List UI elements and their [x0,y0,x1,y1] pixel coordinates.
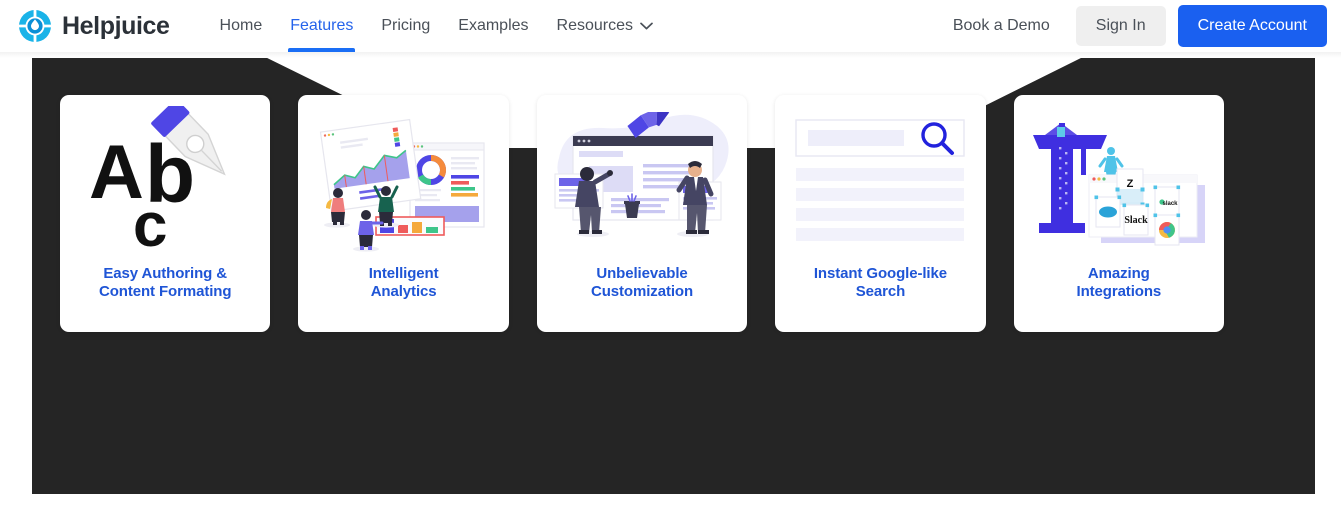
nav-label: Home [219,17,263,34]
search-bar-magnifier-results-illustration-icon [775,95,985,265]
feature-card-amazing-integrations[interactable]: Z Slack slack Amazing Integrations [1013,95,1225,332]
feature-card-label: Unbelievable Customization [591,265,694,300]
feature-card-label: Amazing Integrations [1076,265,1162,300]
svg-text:c: c [133,191,167,260]
sign-in-button[interactable]: Sign In [1075,6,1166,46]
nav-item-pricing[interactable]: Pricing [367,0,444,52]
feature-card-label: Easy Authoring & Content Formating [98,265,232,300]
feature-card-intelligent-analytics[interactable]: Intelligent Analytics [298,95,509,332]
abc-letters-pen-nib-illustration-icon: A b c [60,95,270,265]
nav-item-examples[interactable]: Examples [444,0,542,52]
book-a-demo-button[interactable]: Book a Demo [937,7,1066,45]
header-actions: Book a Demo Sign In Create Account [937,5,1327,47]
svg-text:Z: Z [1126,178,1133,190]
feature-card-instant-search[interactable]: Instant Google-like Search [775,95,986,332]
nav-item-features[interactable]: Features [276,0,367,52]
feature-card-label: Intelligent Analytics [368,265,439,300]
crane-integration-logos-illustration-icon: Z Slack slack [1014,95,1224,265]
brand-name: Helpjuice [62,11,170,40]
nav-item-resources[interactable]: Resources [543,0,667,52]
nav-label: Pricing [381,17,431,34]
main-navigation: Home Features Pricing Examples Resources [206,0,667,52]
dashboard-charts-people-illustration-icon [298,95,508,265]
helpjuice-lifering-droplet-logo-icon [18,9,52,43]
feature-cards: A b c Easy Authoring & Content Formating [60,95,1225,332]
chevron-down-icon [640,22,653,30]
nav-label: Features [290,17,354,34]
nav-item-home[interactable]: Home [206,0,277,52]
brand-logo-link[interactable]: Helpjuice [18,9,170,43]
svg-text:Slack: Slack [1124,215,1148,226]
feature-card-easy-authoring[interactable]: A b c Easy Authoring & Content Formating [60,95,271,332]
header-separator [0,52,1341,58]
browser-window-two-people-illustration-icon [537,95,747,265]
nav-label: Examples [458,17,529,34]
svg-text:slack: slack [1162,201,1178,207]
nav-label: Resources [556,17,634,34]
feature-card-unbelievable-customization[interactable]: Unbelievable Customization [536,95,748,332]
create-account-button[interactable]: Create Account [1177,5,1327,47]
site-header: Helpjuice Home Features Pricing Examples… [0,0,1341,52]
feature-card-label: Instant Google-like Search [813,265,947,300]
